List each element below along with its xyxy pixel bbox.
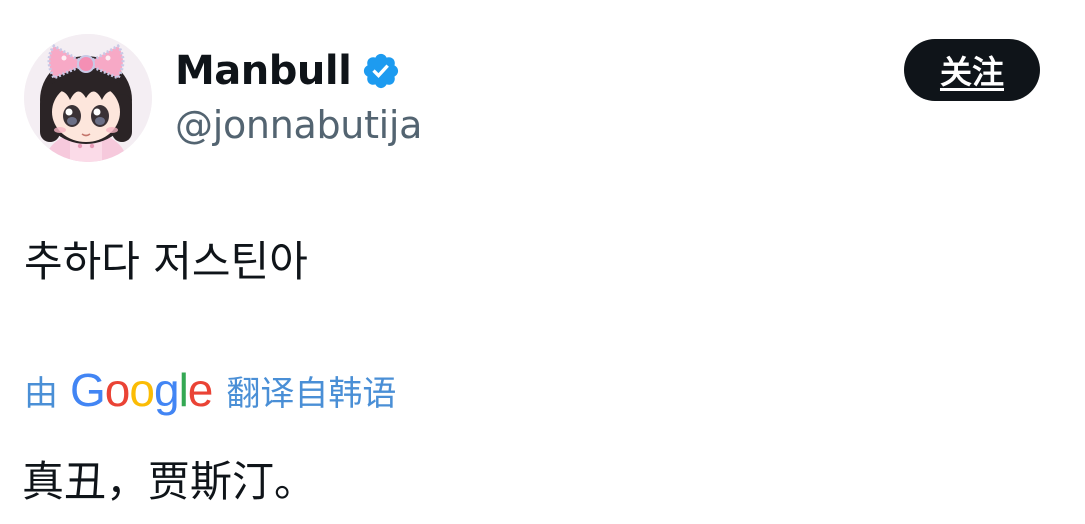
display-name[interactable]: Manbull — [175, 44, 352, 98]
google-logo-letter: o — [104, 364, 131, 416]
google-logo-letter: e — [187, 364, 214, 416]
user-name-row[interactable]: Manbull — [175, 44, 401, 98]
google-logo-icon: Google — [70, 358, 214, 422]
google-logo-letter: g — [153, 364, 180, 416]
translation-attribution[interactable]: 由 Google 翻译自韩语 — [24, 358, 396, 422]
user-handle[interactable]: @jonnabutija — [175, 100, 422, 150]
anime-girl-avatar-icon — [24, 34, 152, 162]
translate-from-label[interactable]: 翻译自韩语 — [226, 366, 396, 415]
follow-button[interactable]: 关注 — [904, 39, 1040, 101]
google-logo-letter: l — [178, 364, 189, 416]
translated-text: 真丑，贾斯汀。 — [22, 457, 317, 506]
verified-badge-icon — [364, 53, 399, 89]
google-logo-letter: o — [129, 364, 155, 416]
translate-by-label: 由 — [24, 373, 58, 414]
google-logo-letter: G — [70, 364, 106, 416]
tweet-text: 추하다 저스틴아 — [24, 237, 308, 286]
avatar[interactable] — [24, 34, 152, 162]
